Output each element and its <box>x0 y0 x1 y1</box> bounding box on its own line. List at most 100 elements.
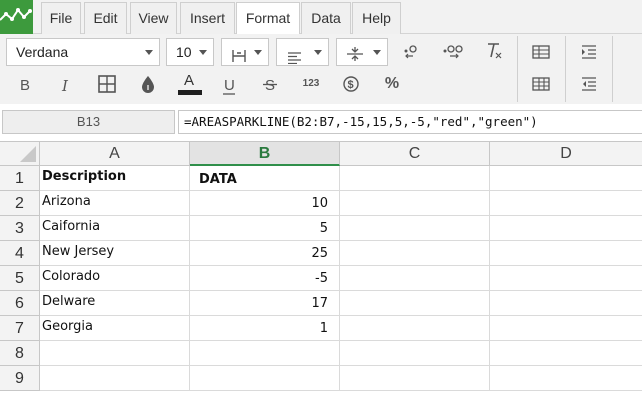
column-header-c[interactable]: C <box>340 142 490 166</box>
chevron-down-icon <box>199 50 207 55</box>
cell-d8[interactable] <box>490 341 642 366</box>
font-family-select[interactable]: Verdana <box>6 38 160 66</box>
insert-table-button[interactable] <box>527 38 555 66</box>
clear-format-icon <box>480 37 508 65</box>
borders-select[interactable] <box>221 38 269 66</box>
bold-icon: B <box>19 77 30 94</box>
cell-a5[interactable]: Colorado <box>40 266 190 291</box>
cell-b8[interactable] <box>190 341 340 366</box>
delete-table-button[interactable] <box>527 70 555 98</box>
cell-a7[interactable]: Georgia <box>40 316 190 341</box>
outdent-button[interactable] <box>575 70 603 98</box>
cell-b9[interactable] <box>190 366 340 391</box>
italic-icon: I <box>62 77 68 95</box>
decrease-decimal-icon <box>397 37 425 65</box>
cell-b4[interactable]: 25 <box>190 241 340 266</box>
corner-triangle-icon <box>20 146 36 162</box>
cell-c2[interactable] <box>340 191 490 216</box>
cell-d4[interactable] <box>490 241 642 266</box>
text-color-button[interactable]: A <box>175 68 203 96</box>
cell-c3[interactable] <box>340 216 490 241</box>
row-header-2[interactable]: 2 <box>0 191 40 216</box>
cell-d6[interactable] <box>490 291 642 316</box>
menu-view[interactable]: View <box>130 2 177 34</box>
cell-d3[interactable] <box>490 216 642 241</box>
decrease-decimal-button[interactable] <box>397 37 425 65</box>
outdent-icon <box>575 70 603 98</box>
column-header-a[interactable]: A <box>40 142 190 166</box>
chevron-down-icon <box>373 50 381 55</box>
cell-a1[interactable]: Description <box>40 166 190 191</box>
formula-input[interactable]: =AREASPARKLINE(B2:B7,-15,15,5,-5,"red","… <box>178 110 642 134</box>
cell-a8[interactable] <box>40 341 190 366</box>
cell-d5[interactable] <box>490 266 642 291</box>
cell-d2[interactable] <box>490 191 642 216</box>
fill-color-button[interactable] <box>134 70 162 98</box>
percent-button[interactable]: % <box>378 70 406 98</box>
row-header-8[interactable]: 8 <box>0 341 40 366</box>
cell-a4[interactable]: New Jersey <box>40 241 190 266</box>
underline-button[interactable]: U <box>215 72 243 100</box>
vertical-align-icon <box>347 44 363 70</box>
row-header-3[interactable]: 3 <box>0 216 40 241</box>
row-header-5[interactable]: 5 <box>0 266 40 291</box>
menu-data[interactable]: Data <box>301 2 351 34</box>
cell-b6[interactable]: 17 <box>190 291 340 316</box>
cell-c7[interactable] <box>340 316 490 341</box>
bold-button[interactable]: B <box>11 72 39 100</box>
number-format-icon: 123 <box>302 78 320 89</box>
cell-reference-box[interactable]: B13 <box>2 110 175 134</box>
cell-d7[interactable] <box>490 316 642 341</box>
menu-insert[interactable]: Insert <box>180 2 235 34</box>
row-header-9[interactable]: 9 <box>0 366 40 391</box>
cell-b3[interactable]: 5 <box>190 216 340 241</box>
italic-button[interactable]: I <box>51 72 79 100</box>
indent-button[interactable] <box>575 38 603 66</box>
select-all-corner[interactable] <box>0 142 40 166</box>
row-header-1[interactable]: 1 <box>0 166 40 191</box>
horizontal-align-select[interactable] <box>276 38 329 66</box>
vertical-align-select[interactable] <box>336 38 388 66</box>
menu-format[interactable]: Format <box>236 2 300 35</box>
number-format-button[interactable]: 123 <box>297 70 325 98</box>
strikethrough-button[interactable]: S <box>256 71 284 99</box>
cell-a9[interactable] <box>40 366 190 391</box>
column-header-b[interactable]: B <box>190 142 340 166</box>
cell-d9[interactable] <box>490 366 642 391</box>
clear-format-button[interactable] <box>480 37 508 65</box>
menu-file[interactable]: File <box>41 2 81 34</box>
cell-b2[interactable]: 10 <box>190 191 340 216</box>
currency-button[interactable]: $ <box>337 70 365 98</box>
delete-table-icon <box>527 70 555 98</box>
menu-edit[interactable]: Edit <box>84 2 127 34</box>
cell-a2[interactable]: Arizona <box>40 191 190 216</box>
svg-text:A: A <box>184 72 194 89</box>
cell-c1[interactable] <box>340 166 490 191</box>
svg-text:U: U <box>224 77 235 94</box>
menu-help[interactable]: Help <box>352 2 401 34</box>
font-size-select[interactable]: 10 <box>166 38 214 66</box>
cell-borders-button[interactable] <box>93 70 121 98</box>
toolbar-separator <box>565 36 566 102</box>
cell-b1[interactable]: DATA <box>190 166 340 191</box>
cell-b7[interactable]: 1 <box>190 316 340 341</box>
cell-c9[interactable] <box>340 366 490 391</box>
increase-decimal-button[interactable] <box>439 37 467 65</box>
cell-d1[interactable] <box>490 166 642 191</box>
toolbar: Verdana 10 B I A U S 123 $ % <box>0 34 642 104</box>
cell-a6[interactable]: Delware <box>40 291 190 316</box>
font-family-value: Verdana <box>16 44 69 60</box>
cell-c5[interactable] <box>340 266 490 291</box>
cell-c8[interactable] <box>340 341 490 366</box>
row-header-7[interactable]: 7 <box>0 316 40 341</box>
text-color-icon: A <box>175 68 203 98</box>
cell-c4[interactable] <box>340 241 490 266</box>
cell-b5[interactable]: -5 <box>190 266 340 291</box>
cell-a3[interactable]: Caifornia <box>40 216 190 241</box>
column-header-d[interactable]: D <box>490 142 642 166</box>
toolbar-separator <box>612 36 613 102</box>
row-header-6[interactable]: 6 <box>0 291 40 316</box>
row-header-4[interactable]: 4 <box>0 241 40 266</box>
cell-c6[interactable] <box>340 291 490 316</box>
underline-icon: U <box>215 72 243 100</box>
